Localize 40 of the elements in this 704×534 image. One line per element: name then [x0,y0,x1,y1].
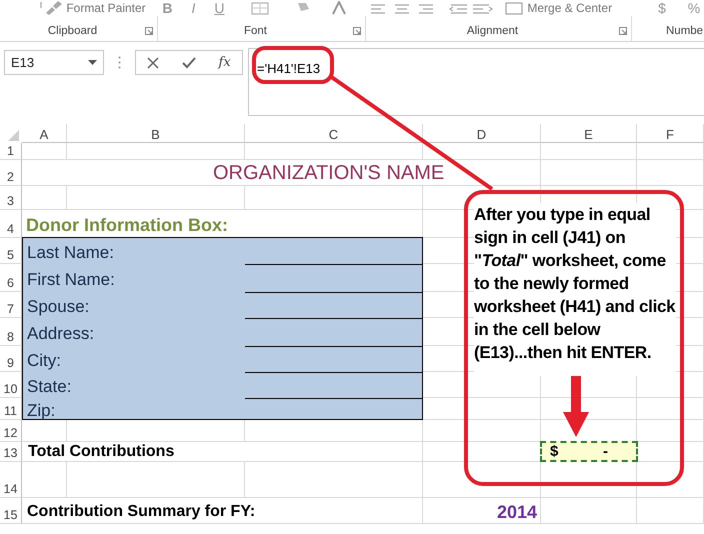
group-label: Clipboard [46,24,98,36]
down-arrow [562,376,590,438]
name-box[interactable]: E13 [4,50,104,75]
column-header[interactable]: B [67,124,245,143]
group-label: Numbe [666,24,704,36]
row-header[interactable]: 12 [0,420,22,442]
group-label: Font [242,24,268,36]
dialog-launcher-icon[interactable] [619,26,627,34]
merge-center-button[interactable]: Merge & Center [527,1,612,15]
format-painter-button[interactable]: Format Painter [66,1,154,15]
group-label: Alignment [466,24,520,36]
font-color-icon[interactable] [331,1,348,15]
grip-icon[interactable] [118,56,121,69]
paintbrush-icon[interactable] [44,1,62,15]
field-label: Address: [26,322,94,344]
dropdown-caret-icon[interactable] [88,60,97,65]
dialog-launcher-icon[interactable] [145,26,153,34]
column-header[interactable]: D [423,124,541,143]
field-label: Spouse: [26,296,90,318]
merge-icon[interactable] [505,1,524,15]
row-header[interactable]: 3 [0,186,22,210]
formula-field[interactable]: ='H41'!E13 [248,48,704,116]
column-header[interactable]: A [22,124,67,143]
row-header[interactable]: 1 [0,143,22,160]
column-header[interactable]: E [541,124,637,143]
borders-icon[interactable] [251,1,272,15]
insert-function-button[interactable]: fx [218,55,231,70]
column-header[interactable]: F [637,124,704,143]
total-cell[interactable]: $ - [540,441,638,462]
callout-text: After you type in equal sign in cell (J41) on "Total" worksheet, come to the newly formed worksheet (H41) and click in the cell below (E13)...then hit ENTER. [474,203,676,376]
field-label: Zip: [26,400,56,420]
column-header[interactable]: C [245,124,423,143]
close-icon[interactable] [147,56,160,68]
field-label: Last Name: [26,242,114,264]
field-label: State: [26,376,72,398]
dialog-launcher-icon[interactable] [353,26,361,34]
field-label: First Name: [26,268,115,290]
checkmark-icon[interactable] [182,56,196,68]
row-header[interactable]: 14 [0,462,22,498]
field-label: City: [26,350,61,372]
